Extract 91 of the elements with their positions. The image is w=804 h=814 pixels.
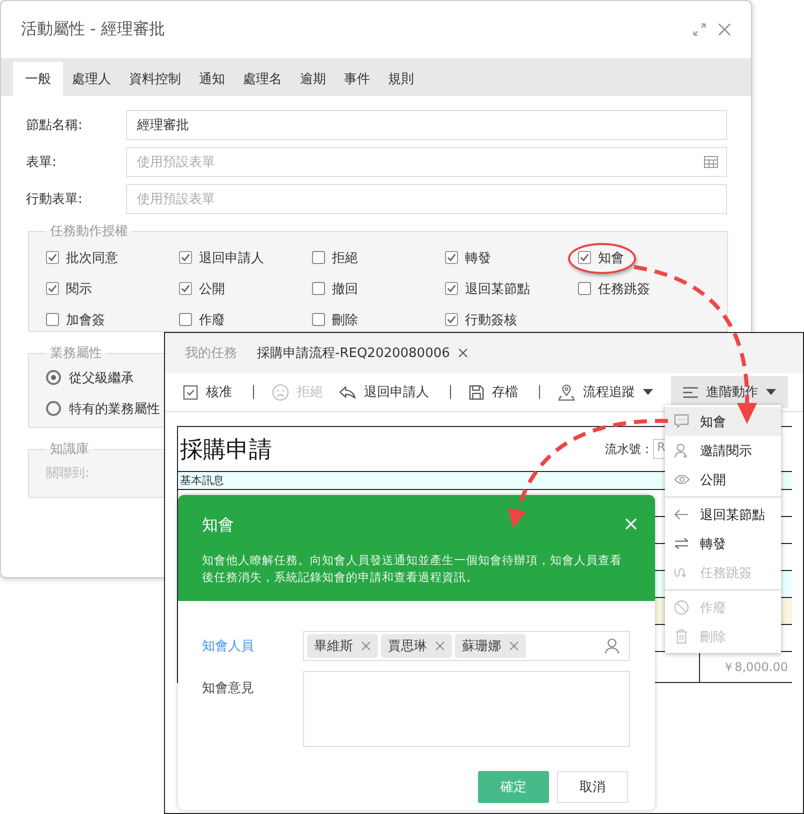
- add-user-icon: [674, 443, 689, 458]
- jump-arrow-icon: [674, 566, 689, 579]
- checkbox-option[interactable]: 行動簽核: [445, 304, 517, 335]
- remove-icon[interactable]: [435, 641, 445, 651]
- checkbox[interactable]: [312, 313, 325, 326]
- tab[interactable]: 規則: [379, 62, 423, 96]
- check-square-icon: [183, 384, 198, 400]
- field-label: 知會人員: [202, 638, 255, 655]
- group-legend: 業務屬性: [46, 344, 106, 362]
- tab[interactable]: 採購申請流程-REQ2020080006: [251, 340, 474, 366]
- expand-icon[interactable]: [693, 23, 706, 36]
- checkbox-option[interactable]: 閱示: [46, 273, 92, 304]
- radio-button[interactable]: [46, 401, 61, 416]
- window-title: 活動屬性 - 經理審批: [21, 19, 166, 40]
- checkbox-option[interactable]: 任務跳簽: [578, 273, 650, 304]
- ban-icon: [674, 600, 689, 615]
- tab[interactable]: 逾期: [291, 62, 335, 96]
- toolbar-button[interactable]: 流程追蹤: [550, 378, 661, 406]
- checkbox-option[interactable]: 作廢: [179, 304, 225, 335]
- checkbox-option[interactable]: 退回申請人: [179, 242, 264, 273]
- menu-item[interactable]: 知會: [665, 407, 781, 436]
- input-field[interactable]: 畢維斯 賈思琳 蘇珊娜: [303, 631, 630, 661]
- checkbox[interactable]: [578, 251, 591, 264]
- checkbox[interactable]: [46, 313, 59, 326]
- group-legend: 任務動作授權: [46, 222, 132, 240]
- location-pin-icon: [558, 384, 575, 400]
- tab[interactable]: 處理人: [63, 62, 120, 96]
- checkbox-option[interactable]: 知會: [568, 242, 636, 274]
- arrow-left-icon: [674, 509, 689, 520]
- checkbox[interactable]: [46, 251, 59, 264]
- checkbox-option[interactable]: 加會簽: [46, 304, 105, 335]
- tab[interactable]: 一般: [13, 62, 63, 96]
- sad-face-icon: [272, 384, 289, 400]
- checkbox-option[interactable]: 公開: [179, 273, 225, 304]
- checkbox-option[interactable]: 刪除: [312, 304, 358, 335]
- table-icon[interactable]: [704, 156, 718, 168]
- menu-item[interactable]: 轉發: [665, 529, 781, 558]
- menu-item[interactable]: 邀請閱示: [665, 436, 781, 465]
- swap-arrows-icon: [674, 538, 689, 549]
- user-icon[interactable]: [604, 638, 620, 654]
- tab[interactable]: 通知: [190, 62, 234, 96]
- trash-icon: [675, 629, 688, 644]
- menu-lines-icon: [683, 386, 698, 398]
- close-icon[interactable]: [718, 23, 731, 36]
- field-label: 流水號：: [605, 440, 653, 458]
- recipient-tag[interactable]: 賈思琳: [381, 634, 452, 658]
- close-icon[interactable]: [458, 348, 468, 358]
- caret-icon: [643, 389, 653, 395]
- field-label: 知會意見: [202, 680, 255, 697]
- remove-icon[interactable]: [361, 641, 371, 651]
- remove-icon[interactable]: [509, 641, 519, 651]
- tab[interactable]: 資料控制: [120, 62, 190, 96]
- form-title: 採購申請: [180, 436, 272, 464]
- save-icon: [469, 384, 484, 400]
- checkbox-option[interactable]: 撤回: [312, 273, 358, 304]
- checkbox[interactable]: [312, 282, 325, 295]
- field-label: 行動表單:: [26, 191, 84, 208]
- group-legend: 知識庫: [46, 440, 93, 458]
- recipient-tag[interactable]: 蘇珊娜: [455, 634, 526, 658]
- checkbox-option[interactable]: 批次同意: [46, 242, 118, 273]
- input-field[interactable]: 經理審批: [126, 110, 727, 140]
- table-cell-text: ￥8,000.00: [722, 659, 789, 676]
- caret-icon: [766, 389, 776, 395]
- recipient-tag[interactable]: 畢維斯: [307, 634, 378, 658]
- menu-item[interactable]: 退回某節點: [665, 500, 781, 529]
- checkbox[interactable]: [179, 313, 192, 326]
- reply-icon: [339, 386, 356, 398]
- checkbox[interactable]: [179, 282, 192, 295]
- eye-icon: [674, 474, 690, 485]
- checkbox[interactable]: [46, 282, 59, 295]
- chat-icon: [674, 414, 689, 429]
- radio-option[interactable]: 特有的業務屬性: [46, 393, 160, 424]
- field-label: 表單:: [26, 154, 58, 171]
- field-label: 關聯到:: [46, 465, 90, 482]
- checkbox[interactable]: [445, 282, 458, 295]
- checkbox[interactable]: [445, 251, 458, 264]
- dialog-description: 知會他人瞭解任務。向知會人員發送通知並產生一個知會待辦項，知會人員查看後任務消失，系統記錄知會的申請和查看過程資訊。: [202, 552, 623, 586]
- field-label: 節點名稱:: [26, 117, 84, 134]
- checkbox[interactable]: [445, 313, 458, 326]
- checkbox-option[interactable]: 退回某節點: [445, 273, 530, 304]
- tab[interactable]: 處理名: [234, 62, 291, 96]
- radio-option[interactable]: 從父級繼承: [46, 362, 134, 393]
- cancel-button[interactable]: 取消: [557, 771, 628, 803]
- dialog-title: 知會: [202, 515, 235, 536]
- radio-button[interactable]: [46, 370, 61, 385]
- checkbox-option[interactable]: 轉發: [445, 242, 491, 273]
- checkbox[interactable]: [578, 282, 591, 295]
- checkbox[interactable]: [312, 251, 325, 264]
- checkbox[interactable]: [179, 251, 192, 264]
- checkbox-option[interactable]: 拒絕: [312, 242, 358, 273]
- tab[interactable]: 事件: [335, 62, 379, 96]
